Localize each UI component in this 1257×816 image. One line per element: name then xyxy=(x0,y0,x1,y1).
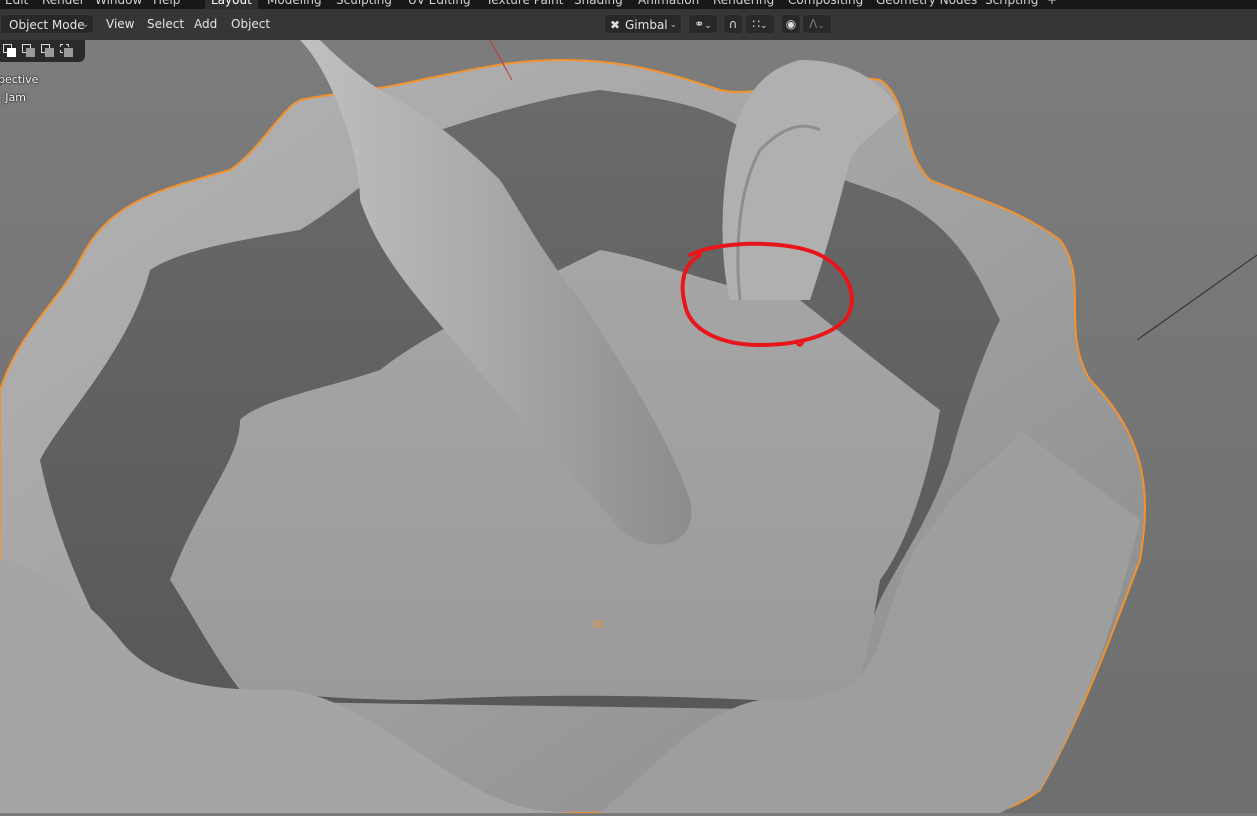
pivot-icon: ⚭ xyxy=(694,17,705,31)
menu-view[interactable]: View xyxy=(106,14,134,34)
view-perspective-label: pective xyxy=(0,73,39,86)
chevron-down-icon: ⌄ xyxy=(669,20,677,30)
tab-layout[interactable]: Layout xyxy=(205,0,258,9)
top-bar: Edit Render Window Help Layout Modeling … xyxy=(0,0,1257,9)
grid-snap-icon: ∷ xyxy=(752,17,761,31)
snap-target-dropdown[interactable]: ∷⌄ xyxy=(745,14,775,34)
proportional-edit-toggle[interactable]: ◉ xyxy=(781,14,801,34)
select-intersect-icon[interactable] xyxy=(60,44,73,57)
scene-render xyxy=(0,39,1257,814)
view-object-label: | Jam xyxy=(0,91,26,104)
menu-render[interactable]: Render xyxy=(42,0,85,9)
chevron-down-icon: ⌄ xyxy=(81,20,89,30)
select-subtract-icon[interactable] xyxy=(41,44,54,57)
menu-select[interactable]: Select xyxy=(147,14,184,34)
falloff-dropdown[interactable]: Λ⌄ xyxy=(802,14,832,34)
tab-animation[interactable]: Animation xyxy=(638,0,699,9)
select-extend-icon[interactable] xyxy=(22,44,35,57)
pivot-point-dropdown[interactable]: ⚭⌄ xyxy=(688,14,718,34)
tab-uv-editing[interactable]: UV Editing xyxy=(408,0,471,9)
select-new-icon[interactable] xyxy=(3,44,16,57)
tab-compositing[interactable]: Compositing xyxy=(788,0,863,9)
menu-help[interactable]: Help xyxy=(153,0,180,9)
orientation-label: Gimbal xyxy=(625,18,668,32)
tab-geometry-nodes[interactable]: Geometry Nodes xyxy=(876,0,977,9)
magnet-icon: ∩ xyxy=(728,17,738,31)
menu-add[interactable]: Add xyxy=(194,14,217,34)
tab-shading[interactable]: Shading xyxy=(574,0,623,9)
tab-sculpting[interactable]: Sculpting xyxy=(336,0,392,9)
tab-scripting[interactable]: Scripting xyxy=(985,0,1038,9)
mode-label: Object Mode xyxy=(9,18,85,32)
3d-viewport[interactable] xyxy=(0,39,1257,814)
viewport-header: Object Mode ⌄ View Select Add Object ✖ G… xyxy=(0,9,1257,40)
tab-rendering[interactable]: Rendering xyxy=(713,0,774,9)
menu-window[interactable]: Window xyxy=(95,0,142,9)
chevron-down-icon: ⌄ xyxy=(760,21,768,31)
transform-orientation-dropdown[interactable]: ✖ Gimbal ⌄ xyxy=(604,14,682,34)
add-workspace-button[interactable]: + xyxy=(1047,0,1057,9)
chevron-down-icon: ⌄ xyxy=(817,21,825,31)
mode-dropdown[interactable]: Object Mode ⌄ xyxy=(0,14,94,34)
chevron-down-icon: ⌄ xyxy=(704,21,712,31)
menu-object[interactable]: Object xyxy=(231,14,270,34)
selection-mode-toolbar xyxy=(0,40,85,62)
tab-modeling[interactable]: Modeling xyxy=(267,0,322,9)
proportional-edit-icon: ◉ xyxy=(785,17,797,31)
menu-edit[interactable]: Edit xyxy=(5,0,28,9)
gimbal-icon: ✖ xyxy=(610,18,621,32)
tab-texture-paint[interactable]: Texture Paint xyxy=(486,0,563,9)
snap-toggle[interactable]: ∩ xyxy=(723,14,743,34)
